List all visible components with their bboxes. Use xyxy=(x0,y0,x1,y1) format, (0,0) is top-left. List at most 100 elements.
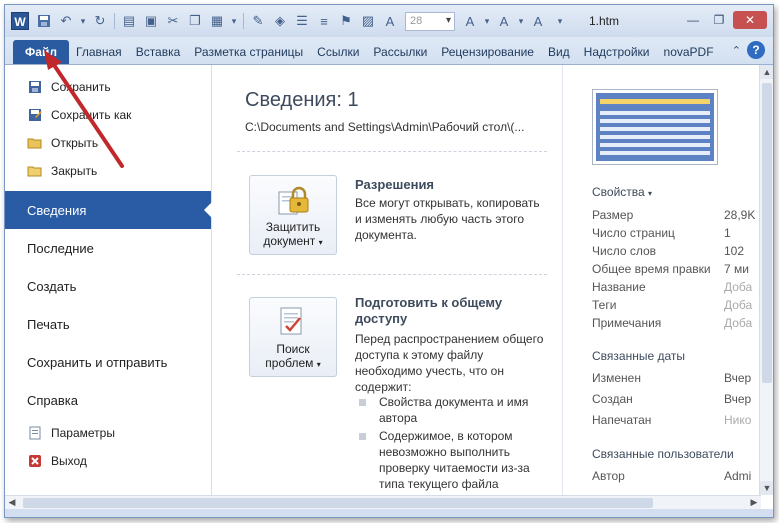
protect-document-button[interactable]: Защитить документ ▾ xyxy=(249,175,337,255)
nav-item-save-send[interactable]: Сохранить и отправить xyxy=(5,343,211,381)
exit-icon xyxy=(27,453,43,469)
ribbon-tabs: Файл Главная Вставка Разметка страницы С… xyxy=(5,37,773,65)
property-row-comments[interactable]: Примечания Доба xyxy=(592,316,764,330)
nav-item-print[interactable]: Печать xyxy=(5,305,211,343)
date-row: Изменен Вчер xyxy=(592,371,752,385)
save-icon[interactable] xyxy=(35,12,53,30)
chevron-down-icon[interactable]: ▾ xyxy=(230,12,238,30)
horizontal-scrollbar[interactable]: ◀ ▶ xyxy=(5,495,761,509)
command-save[interactable]: Сохранить xyxy=(5,73,211,101)
property-row-title[interactable]: Название Доба xyxy=(592,280,764,294)
document-thumbnail[interactable] xyxy=(592,89,718,165)
print-icon[interactable]: ▣ xyxy=(142,12,160,30)
table-icon[interactable]: ▦ xyxy=(208,12,226,30)
divider xyxy=(237,151,547,152)
properties-heading[interactable]: Свойства ▾ xyxy=(592,185,652,199)
scroll-right-icon[interactable]: ▶ xyxy=(747,496,761,509)
toolbar-separator xyxy=(243,13,244,29)
font-size-select[interactable]: 28 xyxy=(405,11,455,31)
align-center-icon[interactable]: ☰ xyxy=(293,12,311,30)
properties-pane: Свойства ▾ Размер 28,9K Число страниц 1 Чи… xyxy=(564,65,764,495)
help-icon[interactable]: ? xyxy=(747,41,765,59)
button-label: Поиск xyxy=(276,342,310,356)
scrollbar-thumb[interactable] xyxy=(762,83,772,383)
open-icon[interactable]: ▤ xyxy=(120,12,138,30)
command-label: Закрыть xyxy=(51,164,98,178)
strikethrough-icon[interactable]: A xyxy=(529,12,547,30)
scroll-up-icon[interactable]: ▲ xyxy=(760,65,773,79)
copy-icon[interactable]: ❐ xyxy=(186,12,204,30)
edit-icon[interactable]: ✎ xyxy=(249,12,267,30)
command-exit[interactable]: Выход xyxy=(5,447,211,475)
toolbar-separator xyxy=(114,13,115,29)
quick-access-toolbar: ↶ ▾ ↻ ▤ ▣ ✂ ❐ ▦ ▾ ✎ ◈ ☰ ≡ ⚑ ▨ A 28 A ▾ A… xyxy=(33,11,571,31)
minimize-ribbon-icon[interactable]: ⌃ xyxy=(732,44,741,57)
permissions-title: Разрешения xyxy=(355,177,435,192)
word-logo-icon[interactable]: W xyxy=(11,12,29,30)
people-row: Автор Admi xyxy=(592,469,752,483)
scroll-left-icon[interactable]: ◀ xyxy=(5,496,19,509)
tab-mailings[interactable]: Рассылки xyxy=(366,40,434,64)
scrollbar-thumb[interactable] xyxy=(23,498,653,508)
ribbon-right-icons: ⌃ ? xyxy=(732,41,765,59)
check-issues-button[interactable]: Поиск проблем ▾ xyxy=(249,297,337,377)
maximize-icon[interactable]: ❐ xyxy=(707,11,731,29)
property-row: Размер 28,9K xyxy=(592,208,756,222)
shapes-icon[interactable]: ◈ xyxy=(271,12,289,30)
grow-font-icon[interactable]: A xyxy=(461,12,479,30)
font-icon[interactable]: A xyxy=(381,12,399,30)
scroll-down-icon[interactable]: ▼ xyxy=(760,481,773,495)
button-label: Защитить xyxy=(265,220,321,234)
font-color-icon[interactable]: A xyxy=(495,12,513,30)
window-title: 1.htm xyxy=(589,14,620,28)
thumbnail-image xyxy=(596,93,714,161)
tab-addins[interactable]: Надстройки xyxy=(577,40,657,64)
chevron-down-icon[interactable]: ▾ xyxy=(517,12,525,30)
vertical-scrollbar[interactable]: ▲ ▼ xyxy=(759,65,773,495)
chevron-down-icon: ▾ xyxy=(318,238,323,247)
undo-icon[interactable]: ↶ xyxy=(57,12,75,30)
close-icon[interactable]: ✕ xyxy=(733,11,767,29)
redo-icon[interactable]: ↻ xyxy=(91,12,109,30)
prepare-title: Подготовить к общему доступу xyxy=(355,295,503,326)
tab-page-layout[interactable]: Разметка страницы xyxy=(187,40,310,64)
nav-item-recent[interactable]: Последние xyxy=(5,229,211,267)
align-justify-icon[interactable]: ≡ xyxy=(315,12,333,30)
property-row: Число слов 102 xyxy=(592,244,745,258)
chevron-down-icon[interactable]: ▾ xyxy=(483,12,491,30)
command-label: Сохранить как xyxy=(51,108,132,122)
tab-references[interactable]: Ссылки xyxy=(310,40,366,64)
command-close[interactable]: Закрыть xyxy=(5,157,211,185)
close-folder-icon xyxy=(27,163,43,179)
title-bar: W ↶ ▾ ↻ ▤ ▣ ✂ ❐ ▦ ▾ ✎ ◈ ☰ ≡ ⚑ ▨ A 28 A ▾ xyxy=(5,5,773,37)
nav-item-help[interactable]: Справка xyxy=(5,381,211,419)
chevron-down-icon: ▾ xyxy=(648,189,653,198)
date-row: Создан Вчер xyxy=(592,392,752,406)
customize-toolbar-icon[interactable]: ▾ xyxy=(551,12,569,30)
nav-item-new[interactable]: Создать xyxy=(5,267,211,305)
tab-novapdf[interactable]: novaPDF xyxy=(657,40,721,64)
window-controls: — ❐ ✕ xyxy=(679,11,767,29)
tab-review[interactable]: Рецензирование xyxy=(434,40,541,64)
related-people-heading: Связанные пользователи xyxy=(592,447,734,461)
tab-view[interactable]: Вид xyxy=(541,40,577,64)
cut-icon[interactable]: ✂ xyxy=(164,12,182,30)
tab-home[interactable]: Главная xyxy=(69,40,129,64)
status-bar xyxy=(5,509,773,517)
command-open[interactable]: Открыть xyxy=(5,129,211,157)
property-row: Число страниц 1 xyxy=(592,226,731,240)
format-painter-icon[interactable]: ⚑ xyxy=(337,12,355,30)
command-options[interactable]: Параметры xyxy=(5,419,211,447)
property-row-tags[interactable]: Теги Доба xyxy=(592,298,764,312)
chevron-down-icon[interactable]: ▾ xyxy=(79,12,87,30)
nav-item-info[interactable]: Сведения xyxy=(5,191,212,229)
related-dates-heading: Связанные даты xyxy=(592,349,685,363)
backstage-nav: Сохранить Сохранить как Открыть Закрыть xyxy=(5,65,212,495)
tab-insert[interactable]: Вставка xyxy=(129,40,188,64)
command-save-as[interactable]: Сохранить как xyxy=(5,101,211,129)
date-row: Напечатан Нико xyxy=(592,413,752,427)
minimize-icon[interactable]: — xyxy=(681,11,705,29)
picture-icon[interactable]: ▨ xyxy=(359,12,377,30)
tab-file[interactable]: Файл xyxy=(13,40,69,64)
lock-icon xyxy=(278,186,309,215)
